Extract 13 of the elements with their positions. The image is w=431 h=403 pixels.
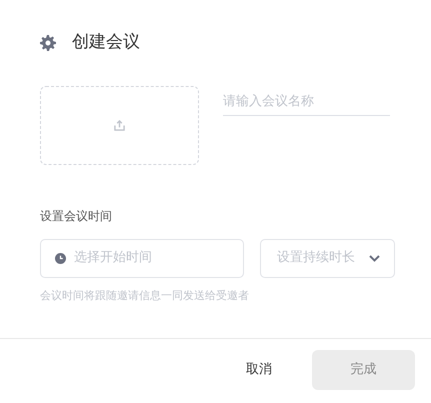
duration-select[interactable]: 设置持续时长 (260, 238, 395, 278)
start-time-input[interactable]: 选择开始时间 (72, 247, 229, 269)
chevron-down-icon (369, 254, 380, 262)
dialog-title: 创建会议 (72, 31, 140, 54)
cancel-button[interactable]: 取消 (222, 354, 296, 386)
upload-icon (114, 120, 125, 130)
image-upload-area[interactable] (40, 86, 199, 164)
clock-icon (55, 252, 66, 264)
duration-input[interactable]: 设置持续时长 (275, 247, 363, 269)
start-time-field[interactable]: 选择开始时间 (40, 238, 244, 278)
time-section-label: 设置会议时间 (40, 208, 113, 224)
settings-icon (40, 34, 56, 51)
hint-text: 会议时间将跟随邀请信息一同发送给受邀者 (40, 288, 250, 304)
